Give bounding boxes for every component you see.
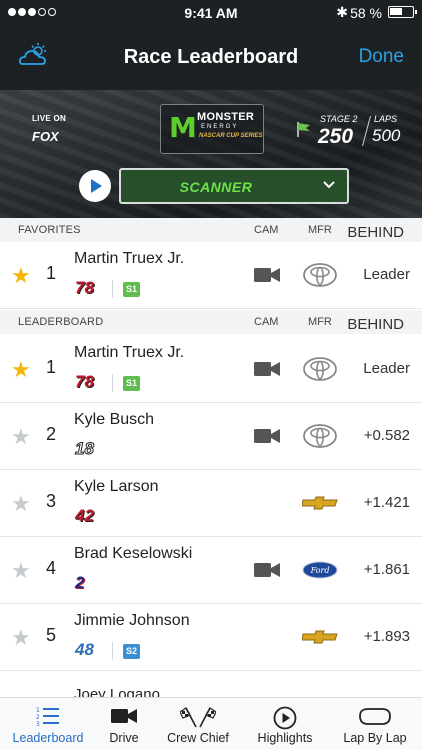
chevron-down-icon <box>323 181 335 189</box>
section-title: LEADERBOARD <box>18 316 104 328</box>
gap-behind: +1.861 <box>363 561 410 578</box>
stage-laps-current: 250 <box>318 125 354 148</box>
live-on-label: LIVE ON <box>32 114 67 123</box>
tab-drive[interactable]: Drive <box>88 698 160 750</box>
gap-behind: Leader <box>363 266 410 283</box>
tab-leaderboard[interactable]: 1 2 3 Leaderboard <box>0 698 96 750</box>
play-circle-icon <box>273 706 297 730</box>
tab-label: Leaderboard <box>12 731 84 745</box>
track-icon <box>359 708 391 725</box>
tab-crew-chief[interactable]: Crew Chief <box>160 698 236 750</box>
position: 5 <box>46 625 57 645</box>
laps-total: 500 <box>372 126 401 145</box>
header-area: 9:41 AM ✱ 58 % Race Leaderboard Done LIV… <box>0 0 422 218</box>
laps-label: LAPS <box>374 114 398 124</box>
car-number: 78 <box>75 278 94 297</box>
gap-behind: Leader <box>363 360 410 377</box>
column-behind: BEHIND <box>347 224 404 241</box>
star-icon[interactable]: ★ <box>11 627 31 649</box>
driver-name: Kyle Busch <box>74 411 155 428</box>
star-icon[interactable]: ★ <box>11 359 31 381</box>
stage-info: STAGE 2 250 LAPS 500 <box>296 112 406 152</box>
stage-winner-badge: S1 <box>123 282 141 297</box>
checkered-flags-icon <box>180 707 216 728</box>
driver-name: Martin Truex Jr. <box>74 250 185 267</box>
status-bar: 9:41 AM ✱ 58 % <box>0 0 422 26</box>
favorites-header: FAVORITES CAM MFR BEHIND <box>0 218 422 242</box>
svg-text:Ford: Ford <box>310 566 330 575</box>
network-logo: FOX <box>32 129 59 144</box>
car-number: 78 <box>75 372 94 391</box>
leaderboard-row[interactable]: ★ 4 Brad Keselowski 2 Ford +1.861 <box>0 537 422 604</box>
svg-text:2: 2 <box>36 714 40 721</box>
done-button[interactable]: Done <box>359 46 404 68</box>
logo-brand: MONSTER <box>197 111 255 123</box>
video-camera-icon[interactable] <box>254 360 280 378</box>
play-button[interactable] <box>79 170 111 202</box>
svg-text:3: 3 <box>36 721 40 728</box>
position: 2 <box>46 424 57 444</box>
car-number: 48 <box>75 640 94 659</box>
scanner-label: SCANNER <box>179 179 253 195</box>
logo-series: NASCAR CUP SERIES <box>199 133 263 139</box>
driver-name: Kyle Larson <box>74 478 159 495</box>
battery-icon <box>388 6 417 18</box>
battery-percent: 58 % <box>350 5 382 21</box>
star-icon[interactable]: ★ <box>11 265 31 287</box>
tab-label: Lap By Lap <box>343 731 407 745</box>
video-camera-icon[interactable] <box>254 427 280 445</box>
video-camera-icon[interactable] <box>254 561 280 579</box>
tab-lap-by-lap[interactable]: Lap By Lap <box>334 698 416 750</box>
position: 1 <box>46 357 57 377</box>
stage-winner-badge: S2 <box>123 644 141 659</box>
leaderboard-row[interactable]: ★ 1 Martin Truex Jr. 78 S1 Leader <box>0 336 422 403</box>
stage-label: STAGE 2 <box>320 114 358 124</box>
gap-behind: +0.582 <box>363 427 410 444</box>
leaderboard-row[interactable]: ★ 2 Kyle Busch 18 +0.582 <box>0 403 422 470</box>
tab-label: Drive <box>109 731 139 745</box>
list-icon: 1 2 3 <box>36 707 59 728</box>
gap-behind: +1.421 <box>363 494 410 511</box>
nav-bar: Race Leaderboard Done <box>0 26 422 90</box>
star-icon[interactable]: ★ <box>11 560 31 582</box>
section-title: FAVORITES <box>18 224 81 236</box>
gap-behind: +1.893 <box>363 628 410 645</box>
green-flag-icon <box>297 122 310 137</box>
video-camera-icon <box>111 709 137 723</box>
position: 4 <box>46 558 57 578</box>
star-icon[interactable]: ★ <box>11 493 31 515</box>
monster-claw-icon: M <box>169 111 197 144</box>
position: 1 <box>46 263 57 283</box>
tab-label: Highlights <box>257 731 313 745</box>
tab-label: Crew Chief <box>167 731 229 745</box>
leaderboard-header: LEADERBOARD CAM MFR BEHIND <box>0 310 422 334</box>
video-camera-icon[interactable] <box>254 266 280 284</box>
driver-name: Jimmie Johnson <box>74 612 190 629</box>
logo-sub: ENERGY <box>201 124 239 130</box>
bluetooth-icon: ✱ <box>336 4 348 20</box>
tab-bar: 1 2 3 Leaderboard Drive Crew Chief Highl… <box>0 697 422 750</box>
driver-name: Brad Keselowski <box>74 545 193 562</box>
position: 3 <box>46 491 57 511</box>
car-number: 42 <box>75 506 94 525</box>
svg-text:1: 1 <box>36 707 40 714</box>
star-icon[interactable]: ★ <box>11 426 31 448</box>
scanner-dropdown[interactable]: SCANNER <box>119 168 349 204</box>
leaderboard-row[interactable]: ★ 5 Jimmie Johnson 48 S2 +1.893 <box>0 604 422 671</box>
leaderboard-row[interactable]: ★ 3 Kyle Larson 42 +1.421 <box>0 470 422 537</box>
favorite-row[interactable]: ★ 1 Martin Truex Jr. 78 S1 Leader <box>0 242 422 309</box>
column-cam: CAM <box>254 316 279 328</box>
car-number: 18 <box>75 439 95 459</box>
series-logo: M MONSTER ENERGY NASCAR CUP SERIES <box>160 104 264 154</box>
stage-winner-badge: S1 <box>123 376 141 391</box>
driver-name: Martin Truex Jr. <box>74 344 185 361</box>
tab-highlights[interactable]: Highlights <box>244 698 326 750</box>
column-behind: BEHIND <box>347 316 404 333</box>
column-cam: CAM <box>254 224 279 236</box>
broadcast-info: LIVE ON FOX <box>32 114 66 144</box>
race-banner: LIVE ON FOX M MONSTER ENERGY NASCAR CUP … <box>0 90 422 218</box>
car-number: 2 <box>75 573 85 592</box>
